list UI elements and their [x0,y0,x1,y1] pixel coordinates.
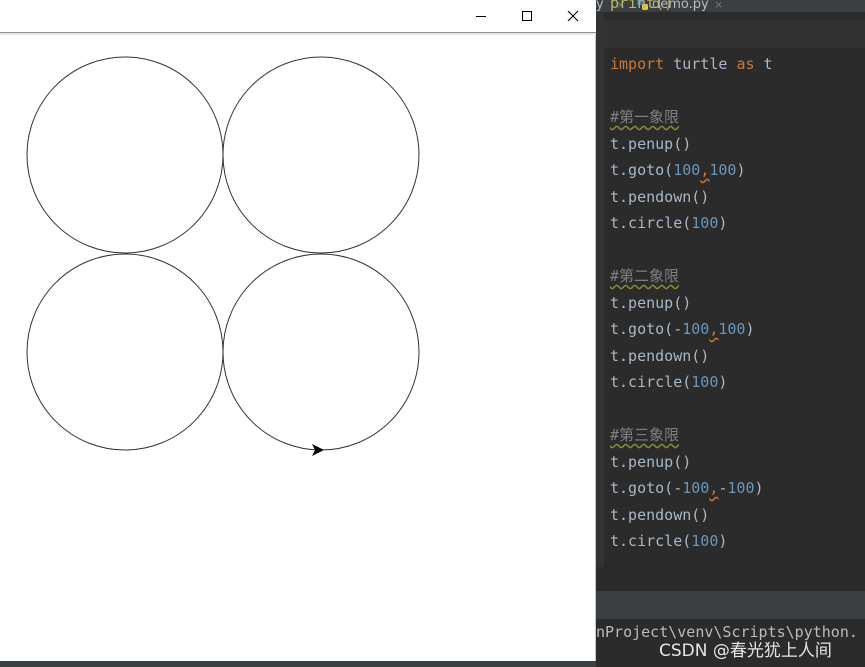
tab-demo-close-icon[interactable]: × [714,0,723,11]
code-token: t.circle( [610,373,692,391]
code-token: t.goto(- [610,479,683,497]
code-token: ) [736,161,746,179]
code-token: t.penup() [610,134,692,153]
maximize-button[interactable] [504,0,550,32]
code-line[interactable]: t.pendown() [610,345,709,367]
code-token: turtle [664,55,737,73]
number-token: 100 [691,214,719,232]
number-token: 100 [691,532,719,550]
comment-token: #第二象限 [610,267,680,285]
current-line-highlight [604,20,865,48]
code-line[interactable]: t.penup() [610,451,691,473]
code-token: t.goto( [610,161,674,179]
window-bottom-edge [0,661,596,667]
code-line[interactable]: t.goto(-100,-100) [610,477,764,499]
code-token: t.pendown() [610,187,710,206]
code-token: ) [718,373,728,391]
code-line[interactable]: t.pendown() [610,504,709,526]
code-token: t.circle( [610,532,692,550]
close-button[interactable] [550,0,596,32]
number-token: 100 [691,373,719,391]
circle-top-left [26,56,224,254]
code-token: t [754,55,773,73]
code-line[interactable]: #第三象限 [610,424,679,446]
code-line[interactable]: t.pendown() [610,186,709,208]
code-token: t.penup() [610,293,692,312]
code-token: t.pendown() [610,505,710,524]
comment-token: #第一象限 [610,108,680,126]
code-token: t.pendown() [610,346,710,365]
terminal-header [596,591,865,619]
code-line[interactable]: t.penup() [610,292,691,314]
number-token: 100 [709,161,737,179]
code-line[interactable]: t.circle(100) [610,212,727,234]
turtle-window [0,0,596,667]
code-token: ) [718,214,728,232]
minimize-icon [476,16,486,17]
circle-bottom-right [222,253,420,451]
code-line[interactable]: t.circle(100) [610,371,727,393]
code-token: , [700,161,710,179]
circle-top-right [222,56,420,254]
ide-panel: y × demo.py × print() import turtle as t #… [596,0,865,667]
code-line[interactable]: import turtle as t [610,53,773,75]
code-token: ) [754,479,764,497]
code-token: t.penup() [610,452,692,471]
code-line[interactable]: t.goto(100,100) [610,159,745,181]
editor-gutter [596,12,604,567]
watermark-text: CSDN @春光犹上人间 [659,641,832,661]
number-token: 100 [718,320,746,338]
comment-token: #第三象限 [610,426,680,444]
minimize-button[interactable] [458,0,504,32]
tab-previous[interactable]: y [596,0,604,12]
code-line[interactable]: t.penup() [610,133,691,155]
keyword-token: as [736,55,755,73]
number-token: 100 [682,479,710,497]
close-icon [567,10,579,22]
code-token: ) [718,532,728,550]
code-line[interactable]: print() [610,0,673,14]
window-titlebar[interactable] [0,0,596,35]
code-token: t.goto(- [610,320,683,338]
code-token: print() [610,0,674,12]
code-token: ) [745,320,755,338]
maximize-icon [522,11,532,21]
code-token: t.circle( [610,214,692,232]
editor-bottom [596,567,865,591]
number-token: 100 [673,161,701,179]
keyword-token: import [610,55,665,73]
code-line[interactable]: #第二象限 [610,265,679,287]
circle-bottom-left [26,253,224,451]
number-token: 100 [727,479,755,497]
code-line[interactable]: #第一象限 [610,106,679,128]
code-line[interactable]: t.goto(-100,100) [610,318,755,340]
turtle-canvas [0,36,594,661]
drawing-svg [26,56,420,456]
number-token: 100 [682,320,710,338]
code-line[interactable]: t.circle(100) [610,530,727,552]
